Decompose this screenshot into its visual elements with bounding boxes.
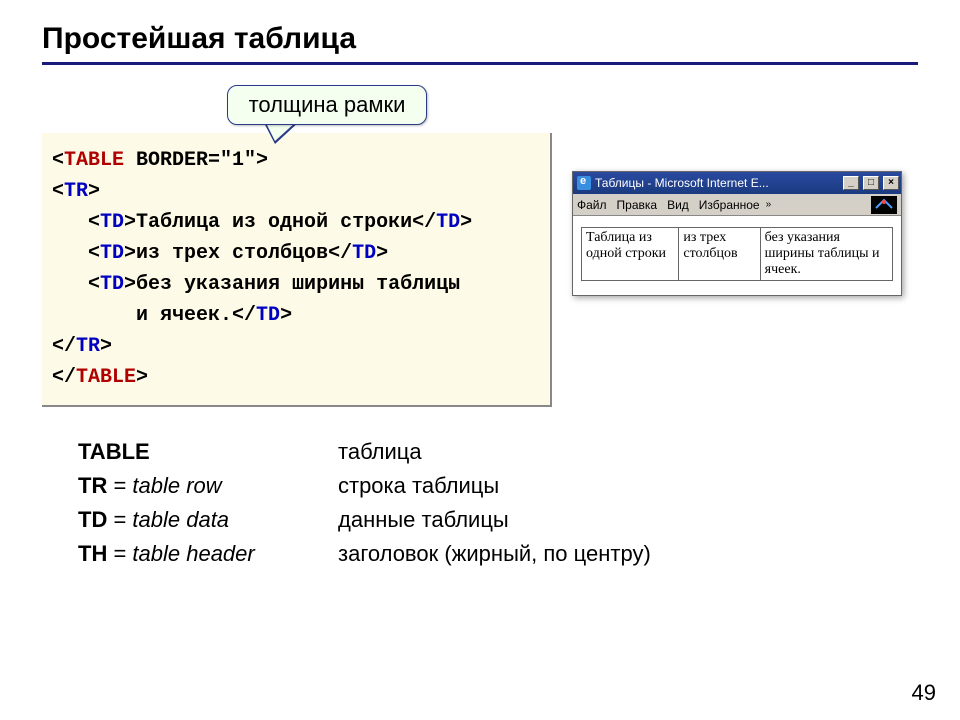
- def-desc: заголовок (жирный, по центру): [338, 537, 651, 571]
- def-row: TH = table header заголовок (жирный, по …: [78, 537, 918, 571]
- title-divider: [42, 62, 918, 65]
- menu-overflow-icon[interactable]: »: [766, 199, 772, 210]
- rendered-table: Таблица из одной строки из трех столбцов…: [581, 227, 893, 281]
- page-number: 49: [912, 680, 936, 706]
- slide-title: Простейшая таблица: [42, 22, 918, 56]
- def-term: TABLE: [78, 435, 338, 469]
- menu-view[interactable]: Вид: [667, 198, 689, 212]
- def-term: TR = table row: [78, 469, 338, 503]
- def-desc: строка таблицы: [338, 469, 499, 503]
- browser-window: Таблицы - Microsoft Internet E... _ □ × …: [572, 171, 902, 296]
- def-desc: таблица: [338, 435, 422, 469]
- def-desc: данные таблицы: [338, 503, 509, 537]
- browser-menubar: Файл Правка Вид Избранное »: [573, 194, 901, 216]
- def-row: TABLE таблица: [78, 435, 918, 469]
- window-close-button[interactable]: ×: [883, 176, 899, 190]
- definitions: TABLE таблица TR = table row строка табл…: [78, 435, 918, 571]
- browser-title: Таблицы - Microsoft Internet E...: [595, 176, 839, 190]
- window-minimize-button[interactable]: _: [843, 176, 859, 190]
- ie-icon: [577, 176, 591, 190]
- table-cell: без указания ширины таблицы и ячеек.: [760, 228, 892, 281]
- window-maximize-button[interactable]: □: [863, 176, 879, 190]
- def-row: TR = table row строка таблицы: [78, 469, 918, 503]
- code-block: <TABLE BORDER="1"> <TR> <TD>Таблица из о…: [42, 133, 552, 407]
- menu-file[interactable]: Файл: [577, 198, 607, 212]
- browser-titlebar: Таблицы - Microsoft Internet E... _ □ ×: [573, 172, 901, 194]
- browser-body: Таблица из одной строки из трех столбцов…: [573, 216, 901, 295]
- table-cell: Таблица из одной строки: [582, 228, 679, 281]
- menu-edit[interactable]: Правка: [617, 198, 658, 212]
- def-term: TD = table data: [78, 503, 338, 537]
- menu-favorites[interactable]: Избранное: [699, 198, 760, 212]
- throbber-icon: [871, 196, 897, 214]
- table-row: Таблица из одной строки из трех столбцов…: [582, 228, 893, 281]
- def-row: TD = table data данные таблицы: [78, 503, 918, 537]
- callout: толщина рамки: [227, 85, 427, 125]
- def-term: TH = table header: [78, 537, 338, 571]
- callout-text: толщина рамки: [227, 85, 427, 125]
- table-cell: из трех столбцов: [679, 228, 760, 281]
